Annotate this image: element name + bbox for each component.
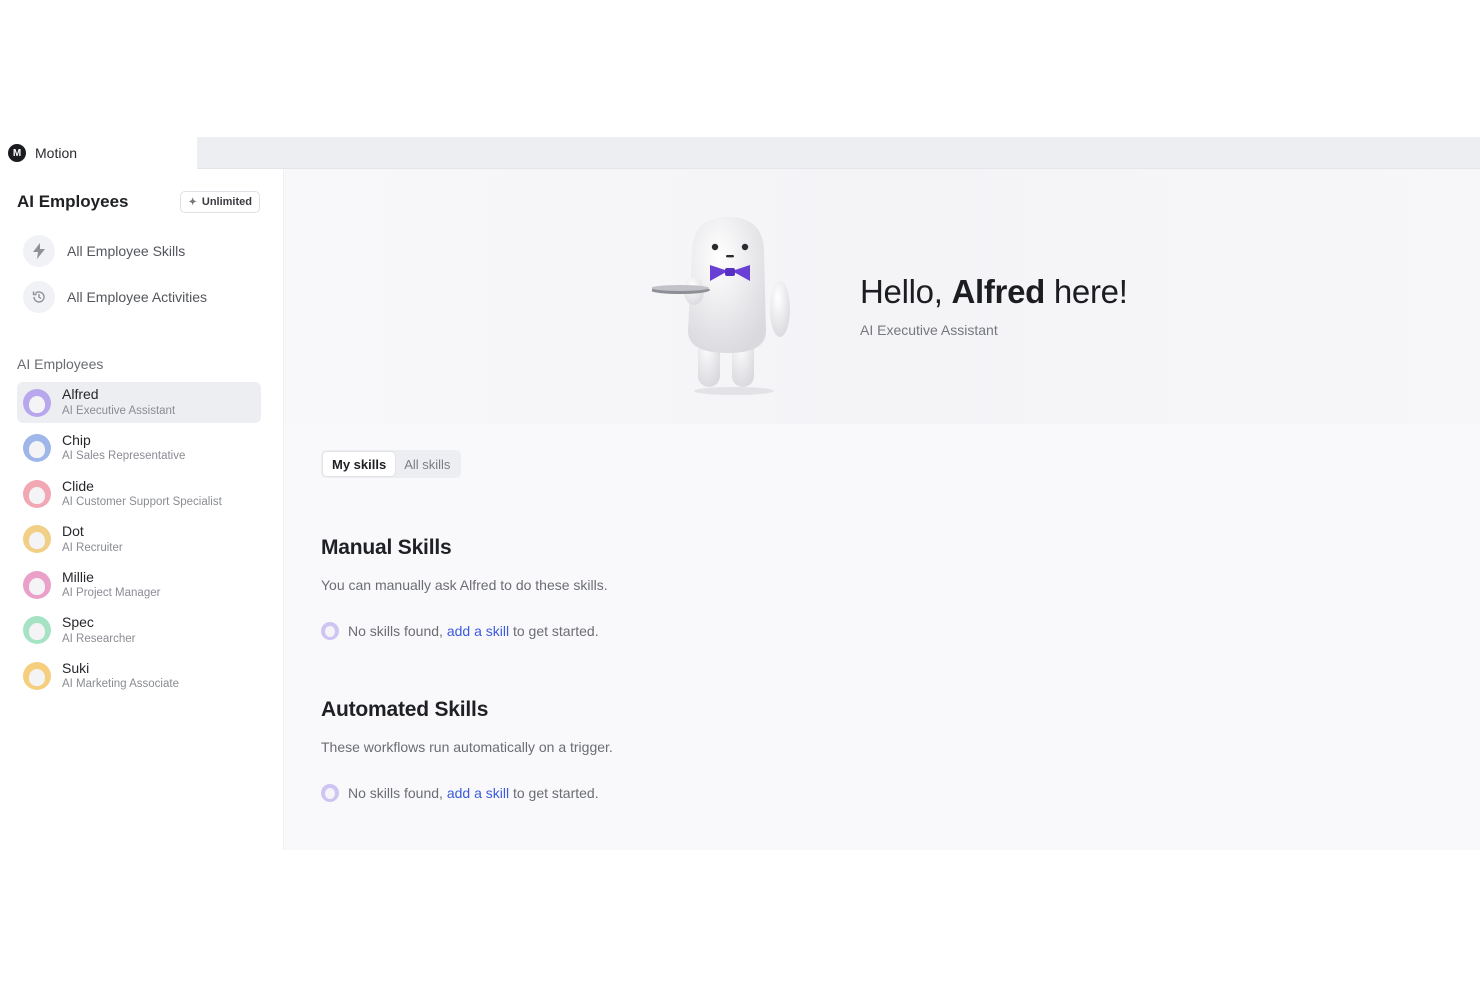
- employee-name: Alfred: [62, 386, 99, 403]
- app-name: Motion: [35, 145, 78, 161]
- employee-role: AI Project Manager: [62, 587, 161, 600]
- alfred-avatar-icon: [321, 622, 339, 640]
- nav-all-employee-activities[interactable]: All Employee Activities: [23, 281, 207, 313]
- alfred-avatar-icon: [321, 784, 339, 802]
- greeting-name: Alfred: [951, 273, 1045, 310]
- empty-text: No skills found, add a skill to get star…: [348, 623, 599, 639]
- employee-role: AI Marketing Associate: [62, 678, 179, 691]
- empty-prefix: No skills found,: [348, 785, 447, 801]
- sparkle-icon: ✦: [188, 196, 197, 208]
- empty-prefix: No skills found,: [348, 623, 447, 639]
- employees-section-label: AI Employees: [17, 356, 104, 372]
- employee-text: Clide AI Customer Support Specialist: [62, 477, 222, 509]
- unlimited-badge[interactable]: ✦ Unlimited: [180, 191, 260, 213]
- manual-skills-empty-state: No skills found, add a skill to get star…: [321, 622, 599, 640]
- tab-my-skills[interactable]: My skills: [323, 452, 396, 476]
- employee-text: Suki AI Marketing Associate: [62, 660, 179, 691]
- employee-avatar: [23, 662, 51, 691]
- manual-skills-description: You can manually ask Alfred to do these …: [321, 577, 608, 593]
- top-bar-fill: [197, 137, 1480, 169]
- badge-label: Unlimited: [201, 196, 252, 208]
- sidebar-title: AI Employees: [17, 192, 129, 211]
- history-icon: [23, 281, 55, 313]
- employee-name: Millie: [62, 568, 94, 585]
- sidebar: AI Employees ✦ Unlimited All Employee Sk…: [0, 169, 284, 850]
- employee-text: Spec AI Researcher: [62, 615, 136, 645]
- empty-suffix: to get started.: [509, 785, 599, 801]
- employee-text: Chip AI Sales Representative: [62, 432, 186, 463]
- automated-skills-description: These workflows run automatically on a t…: [321, 739, 613, 755]
- motion-logo-icon: M: [8, 144, 26, 162]
- employee-item-suki[interactable]: Suki AI Marketing Associate: [17, 656, 261, 697]
- add-skill-link[interactable]: add a skill: [447, 623, 509, 639]
- skills-tabs: My skills All skills: [321, 450, 462, 478]
- nav-all-employee-skills[interactable]: All Employee Skills: [23, 235, 185, 267]
- nav-label: All Employee Activities: [67, 289, 208, 305]
- employee-avatar: [23, 570, 51, 599]
- top-bar: M Motion: [0, 137, 1480, 169]
- employee-avatar: [23, 616, 51, 645]
- employee-name: Suki: [62, 660, 90, 677]
- employee-item-alfred[interactable]: Alfred AI Executive Assistant: [17, 382, 261, 423]
- employee-role: AI Researcher: [62, 632, 136, 645]
- employee-name: Clide: [62, 477, 94, 494]
- employee-item-dot[interactable]: Dot AI Recruiter: [17, 519, 261, 560]
- empty-text: No skills found, add a skill to get star…: [348, 785, 599, 801]
- hero-greeting: Hello, Alfred here!: [860, 273, 1128, 311]
- hero-subtitle: AI Executive Assistant: [860, 322, 998, 338]
- alfred-mascot-image: [652, 217, 790, 395]
- nav-label: All Employee Skills: [67, 243, 186, 259]
- employee-item-millie[interactable]: Millie AI Project Manager: [17, 564, 261, 605]
- greeting-suffix: here!: [1045, 273, 1128, 310]
- hero-banner: Hello, Alfred here! AI Executive Assista…: [284, 169, 1480, 424]
- employee-role: AI Sales Representative: [62, 450, 186, 463]
- automated-skills-title: Automated Skills: [321, 698, 489, 721]
- manual-skills-title: Manual Skills: [321, 536, 452, 559]
- main-content: Hello, Alfred here! AI Executive Assista…: [284, 169, 1480, 850]
- employee-avatar: [23, 525, 51, 554]
- app-brand[interactable]: M Motion: [0, 137, 197, 169]
- employee-role: AI Recruiter: [62, 541, 123, 554]
- employee-avatar: [23, 388, 51, 417]
- tab-all-skills[interactable]: All skills: [395, 452, 459, 476]
- employee-text: Alfred AI Executive Assistant: [62, 387, 175, 417]
- employee-item-spec[interactable]: Spec AI Researcher: [17, 610, 261, 651]
- automated-skills-empty-state: No skills found, add a skill to get star…: [321, 784, 599, 802]
- employee-text: Millie AI Project Manager: [62, 568, 161, 600]
- employee-list: Alfred AI Executive Assistant Chip AI Sales…: [17, 382, 261, 701]
- employee-name: Chip: [62, 432, 91, 449]
- employee-role: AI Customer Support Specialist: [62, 496, 222, 509]
- employee-role: AI Executive Assistant: [62, 404, 176, 417]
- employee-name: Dot: [62, 523, 84, 540]
- employee-item-clide[interactable]: Clide AI Customer Support Specialist: [17, 473, 261, 514]
- empty-suffix: to get started.: [509, 623, 599, 639]
- lightning-icon: [23, 235, 55, 267]
- employee-avatar: [23, 479, 51, 508]
- employee-avatar: [23, 434, 51, 463]
- employee-text: Dot AI Recruiter: [62, 523, 123, 554]
- greeting-prefix: Hello,: [860, 273, 952, 310]
- sidebar-header: AI Employees ✦ Unlimited: [17, 191, 260, 213]
- add-skill-link[interactable]: add a skill: [447, 785, 509, 801]
- employee-item-chip[interactable]: Chip AI Sales Representative: [17, 428, 261, 469]
- employee-name: Spec: [62, 614, 94, 631]
